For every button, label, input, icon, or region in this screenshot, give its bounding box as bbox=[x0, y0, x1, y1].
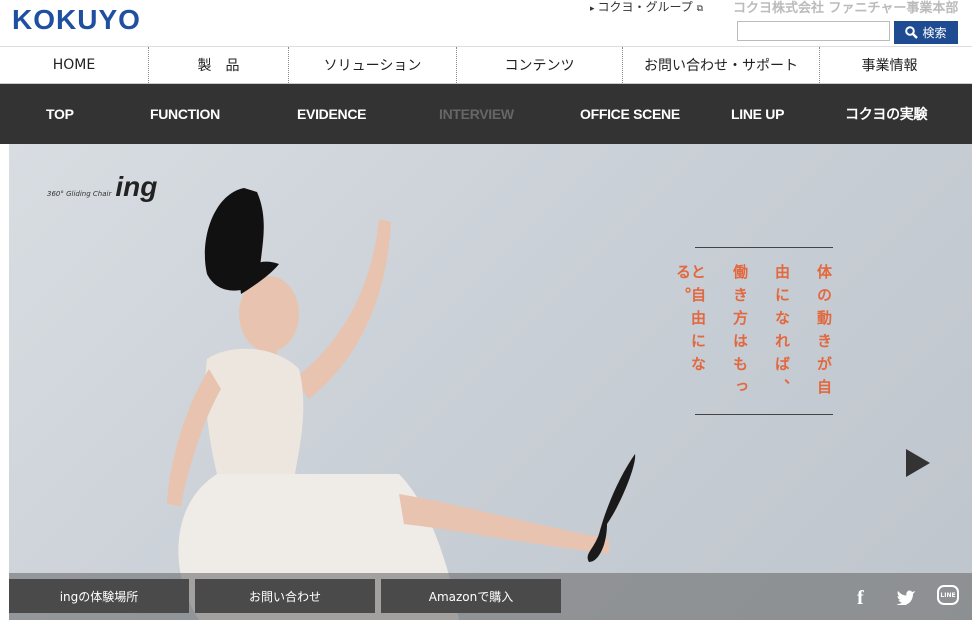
kokuyo-logo[interactable]: KOKUYO bbox=[12, 4, 141, 36]
hero-banner: 360° Gliding Chair ing 体の動きが自 由になれば、 働き方… bbox=[9, 144, 972, 620]
company-name: コクヨ株式会社 ファニチャー事業本部 bbox=[733, 1, 959, 16]
gnav-contents[interactable]: コンテンツ bbox=[457, 47, 623, 83]
subnav-experiment[interactable]: コクヨの実験 bbox=[845, 84, 928, 144]
group-link-label: コクヨ・グループ bbox=[597, 0, 693, 14]
subnav-office-scene[interactable]: OFFICE SCENE bbox=[580, 84, 680, 144]
search-icon bbox=[905, 26, 919, 39]
gnav-solution[interactable]: ソリューション bbox=[289, 47, 457, 83]
subnav-top[interactable]: TOP bbox=[46, 84, 74, 144]
line-icon[interactable]: LINE bbox=[937, 585, 959, 605]
copy-line-3: 働き方はもっ bbox=[731, 264, 749, 402]
contact-button[interactable]: お問い合わせ bbox=[195, 579, 375, 613]
subnav-function[interactable]: FUNCTION bbox=[150, 84, 220, 144]
hero-copy: 体の動きが自 由になれば、 働き方はもっ と自由になる。 bbox=[674, 247, 833, 415]
action-bar: ingの体験場所 お問い合わせ Amazonで購入 f LINE bbox=[9, 573, 972, 620]
search-button[interactable]: 検索 bbox=[894, 21, 958, 44]
external-link-icon: ⧉ bbox=[696, 4, 704, 14]
gnav-home[interactable]: HOME bbox=[0, 47, 149, 83]
facebook-icon[interactable]: f bbox=[857, 587, 864, 610]
gnav-products[interactable]: 製 品 bbox=[149, 47, 289, 83]
gnav-support[interactable]: お問い合わせ・サポート bbox=[623, 47, 820, 83]
gnav-business[interactable]: 事業情報 bbox=[820, 47, 959, 83]
arrow-right-icon: ▸ bbox=[590, 4, 595, 14]
product-subnav: TOP FUNCTION EVIDENCE INTERVIEW OFFICE S… bbox=[0, 84, 972, 144]
copy-line-2: 由になれば、 bbox=[773, 264, 791, 402]
twitter-icon[interactable] bbox=[896, 589, 916, 605]
search-input[interactable] bbox=[737, 21, 890, 41]
search-button-label: 検索 bbox=[922, 26, 947, 40]
next-slide-arrow-icon[interactable] bbox=[906, 449, 930, 477]
subnav-evidence[interactable]: EVIDENCE bbox=[297, 84, 366, 144]
subnav-interview[interactable]: INTERVIEW bbox=[439, 84, 514, 144]
copy-line-4: と自由になる。 bbox=[674, 264, 707, 379]
showroom-button[interactable]: ingの体験場所 bbox=[9, 579, 189, 613]
global-nav: HOME 製 品 ソリューション コンテンツ お問い合わせ・サポート 事業情報 bbox=[0, 46, 972, 85]
amazon-button[interactable]: Amazonで購入 bbox=[381, 579, 561, 613]
group-link[interactable]: ▸ コクヨ・グループ ⧉ bbox=[590, 0, 703, 15]
subnav-line-up[interactable]: LINE UP bbox=[731, 84, 784, 144]
copy-line-1: 体の動きが自 bbox=[815, 264, 833, 402]
